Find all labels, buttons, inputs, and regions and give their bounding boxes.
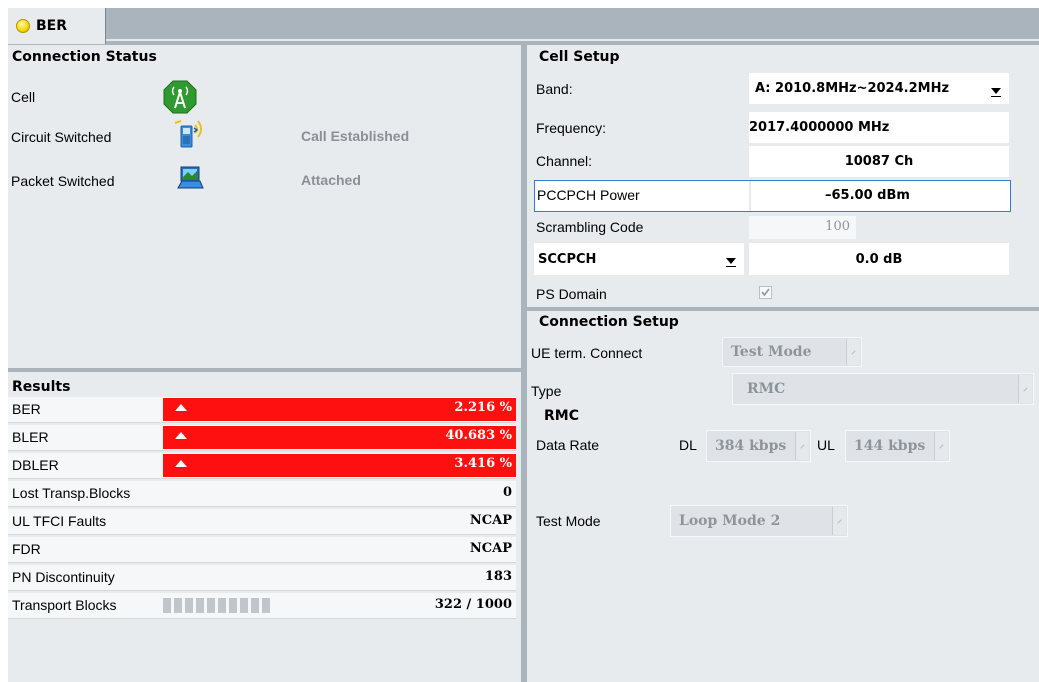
chevron-down-icon (991, 87, 1001, 97)
result-row-fdr: FDR NCAP (8, 537, 516, 563)
pccpch-divider (749, 181, 751, 211)
result-row-transport-blocks: Transport Blocks 322 / 1000 (8, 593, 516, 619)
ps-domain-label: PS Domain (536, 286, 607, 302)
ul-rate-select[interactable]: 144 kbps (845, 430, 950, 462)
connection-status-panel: Connection Status Cell Circuit Switched … (8, 45, 521, 368)
cell-tower-icon (163, 80, 197, 114)
result-value: 3.416 % (454, 456, 512, 471)
sccpch-value-field[interactable]: 0.0 dB (749, 243, 1009, 275)
dl-rate-select[interactable]: 384 kbps (706, 430, 811, 462)
pccpch-label: PCCPCH Power (537, 187, 640, 203)
results-title: Results (12, 379, 71, 395)
ul-rate-value: 144 kbps (854, 438, 926, 454)
scrambling-code-value: 100 (825, 219, 850, 234)
result-value: NCAP (469, 541, 512, 556)
connection-setup-panel: Connection Setup UE term. Connect Test M… (527, 311, 1039, 682)
ue-term-label: UE term. Connect (531, 345, 643, 361)
channel-label: Channel: (536, 153, 593, 169)
dropdown-button-icon (934, 432, 948, 460)
result-label: DBLER (12, 457, 59, 473)
alarm-up-icon (175, 460, 187, 467)
dropdown-button-icon (832, 507, 846, 535)
dropdown-button-icon (795, 432, 809, 460)
alarm-up-icon (175, 404, 187, 411)
type-value: RMC (747, 381, 786, 397)
check-icon (761, 288, 770, 297)
result-row-ul-tfci: UL TFCI Faults NCAP (8, 509, 516, 535)
connection-setup-title: Connection Setup (539, 314, 679, 330)
alarm-bar: 2.216 % (163, 398, 516, 421)
packet-switched-label: Packet Switched (11, 173, 115, 189)
result-value: 0 (502, 485, 512, 500)
result-label: PN Discontinuity (12, 569, 115, 585)
result-value: NCAP (469, 513, 512, 528)
band-label: Band: (536, 81, 573, 97)
test-mode-select[interactable]: Loop Mode 2 (670, 505, 848, 537)
dl-rate-value: 384 kbps (715, 438, 787, 454)
dropdown-button-icon (1018, 375, 1032, 403)
result-label: BLER (12, 429, 49, 445)
result-label: BER (12, 401, 41, 417)
ue-term-select[interactable]: Test Mode (722, 337, 862, 367)
tab-label: BER (36, 18, 68, 34)
result-label: Lost Transp.Blocks (12, 485, 131, 501)
cell-setup-title: Cell Setup (539, 49, 620, 65)
status-led-icon (16, 19, 30, 33)
connection-status-title: Connection Status (12, 49, 157, 65)
dropdown-button-icon (846, 339, 860, 365)
result-row-dbler: DBLER 3.416 % (8, 453, 516, 479)
result-label: UL TFCI Faults (12, 513, 107, 529)
circuit-switched-status: Call Established (301, 128, 410, 144)
data-rate-label: Data Rate (536, 437, 600, 453)
frequency-field[interactable]: 2017.4000000 MHz (749, 112, 1009, 143)
sccpch-value: 0.0 dB (855, 251, 903, 267)
result-label: FDR (12, 541, 41, 557)
ul-label: UL (817, 437, 835, 453)
type-label: Type (531, 383, 562, 399)
alarm-bar: 40.683 % (163, 426, 516, 449)
test-mode-value: Loop Mode 2 (679, 513, 781, 529)
result-value: 40.683 % (445, 428, 512, 443)
cell-label: Cell (11, 89, 36, 105)
pccpch-row[interactable]: PCCPCH Power –65.00 dBm (534, 180, 1011, 212)
sccpch-select-value: SCCPCH (538, 251, 597, 267)
frequency-value: 2017.4000000 MHz (749, 120, 890, 135)
circuit-switched-label: Circuit Switched (11, 129, 112, 145)
rmc-title: RMC (544, 408, 579, 424)
result-row-ber: BER 2.216 % (8, 397, 516, 423)
tab-ber[interactable]: BER (8, 8, 106, 44)
band-select[interactable]: A: 2010.8MHz~2024.2MHz (749, 73, 1009, 104)
test-mode-label: Test Mode (536, 513, 601, 529)
phone-icon (174, 120, 202, 148)
ue-term-value: Test Mode (731, 344, 812, 360)
transport-blocks-progress (163, 598, 273, 613)
frequency-label: Frequency: (536, 120, 607, 136)
packet-switched-status: Attached (301, 172, 361, 188)
scrambling-code-label: Scrambling Code (536, 219, 644, 235)
result-label: Transport Blocks (12, 597, 117, 613)
result-value: 183 (484, 569, 512, 584)
result-value: 2.216 % (454, 400, 512, 415)
dl-label: DL (679, 437, 697, 453)
result-row-bler: BLER 40.683 % (8, 425, 516, 451)
chevron-down-icon (726, 258, 736, 267)
sccpch-select[interactable]: SCCPCH (534, 243, 744, 275)
tab-bar: BER (8, 8, 1039, 44)
result-row-pn-discontinuity: PN Discontinuity 183 (8, 565, 516, 591)
result-row-lost-blocks: Lost Transp.Blocks 0 (8, 481, 516, 507)
channel-value: 10087 Ch (844, 154, 914, 169)
pccpch-value: –65.00 dBm (825, 188, 910, 203)
channel-field[interactable]: 10087 Ch (749, 146, 1009, 177)
laptop-icon (177, 166, 204, 189)
app-window: BER Connection Status Cell Circuit Switc… (8, 8, 1039, 682)
ps-domain-checkbox[interactable] (759, 286, 772, 299)
alarm-up-icon (175, 432, 187, 439)
cell-setup-panel: Cell Setup Band: A: 2010.8MHz~2024.2MHz … (527, 45, 1039, 307)
type-select[interactable]: RMC (732, 373, 1034, 405)
scrambling-code-field: 100 (749, 216, 856, 239)
alarm-bar: 3.416 % (163, 454, 516, 477)
result-value: 322 / 1000 (434, 597, 512, 612)
band-value: A: 2010.8MHz~2024.2MHz (755, 81, 950, 96)
